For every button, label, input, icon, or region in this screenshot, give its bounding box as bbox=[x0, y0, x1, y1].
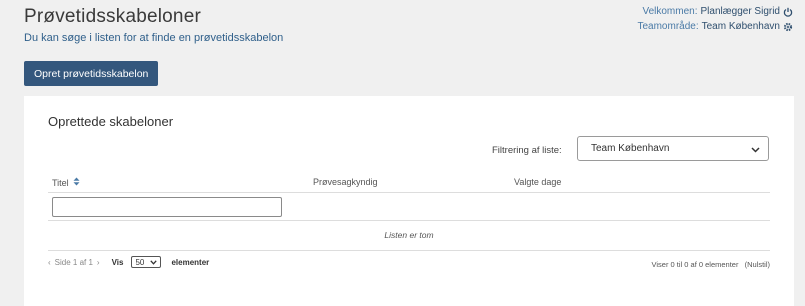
section-title: Oprettede skabeloner bbox=[48, 114, 174, 129]
column-header-days: Valgte dage bbox=[514, 177, 562, 187]
page-subtitle: Du kan søge i listen for at finde en prø… bbox=[24, 32, 284, 44]
welcome-label: Velkommen: bbox=[642, 6, 698, 17]
chevron-down-icon bbox=[150, 258, 158, 267]
welcome-line: Velkommen: Planlægger Sigrid bbox=[637, 4, 793, 19]
list-summary: Viser 0 til 0 af 0 elementer (Nulstil) bbox=[651, 260, 770, 269]
welcome-user[interactable]: Planlægger Sigrid bbox=[701, 4, 781, 19]
team-line: Teamområde: Team København bbox=[637, 19, 793, 34]
row-divider bbox=[48, 220, 770, 221]
column-header-title[interactable]: Titel bbox=[52, 177, 80, 188]
create-template-button[interactable]: Opret prøvetidsskabelon bbox=[24, 61, 159, 86]
empty-list-message: Listen er tom bbox=[384, 230, 434, 240]
filter-selected-value: Team København bbox=[591, 143, 670, 154]
templates-card: Oprettede skabeloner Filtrering af liste… bbox=[24, 96, 794, 306]
header-divider bbox=[48, 192, 770, 193]
title-search-input[interactable] bbox=[52, 197, 282, 217]
team-value[interactable]: Team København bbox=[702, 19, 780, 34]
gear-icon[interactable] bbox=[783, 22, 793, 32]
page-size-select[interactable]: 50 bbox=[131, 256, 162, 268]
page-size-value: 50 bbox=[135, 257, 145, 267]
user-info: Velkommen: Planlægger Sigrid Teamområde:… bbox=[637, 4, 793, 34]
chevron-down-icon bbox=[751, 140, 760, 158]
row-divider bbox=[48, 250, 770, 251]
summary-text: Viser 0 til 0 af 0 elementer bbox=[651, 260, 739, 269]
page-size-label: Vis bbox=[111, 257, 124, 267]
filter-label: Filtrering af liste: bbox=[492, 145, 562, 156]
column-title-label: Titel bbox=[52, 177, 69, 188]
sort-icon[interactable] bbox=[73, 177, 80, 188]
team-filter-select[interactable]: Team København bbox=[577, 136, 769, 161]
prev-page-icon[interactable]: ‹ bbox=[48, 258, 51, 267]
pagination: ‹ Side 1 af 1 › Vis 50 elementer bbox=[48, 256, 209, 268]
page-size-unit: elementer bbox=[171, 257, 210, 267]
next-page-icon[interactable]: › bbox=[97, 258, 100, 267]
power-icon[interactable] bbox=[783, 7, 793, 17]
reset-link[interactable]: (Nulstil) bbox=[745, 260, 770, 269]
page-title: Prøvetidsskabeloner bbox=[24, 6, 201, 27]
column-header-expert: Prøvesagkyndig bbox=[313, 177, 378, 187]
page-indicator: Side 1 af 1 bbox=[54, 257, 93, 267]
team-label: Teamområde: bbox=[637, 21, 699, 32]
